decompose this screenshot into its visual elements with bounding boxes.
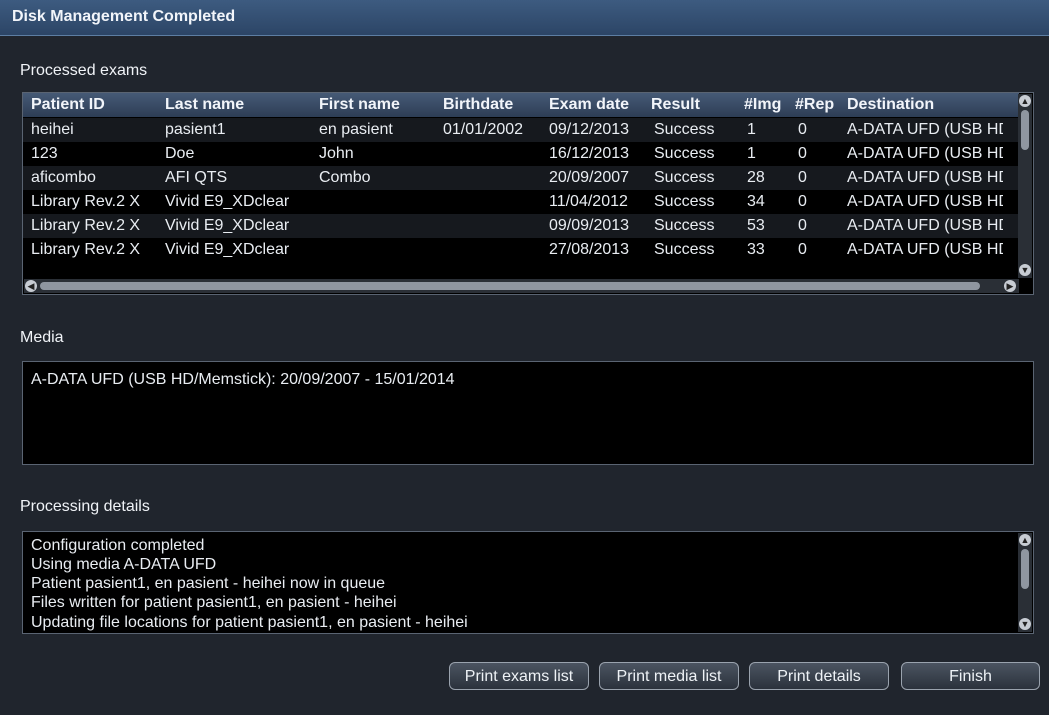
table-row[interactable]: aficombo AFI QTS Combo 20/09/2007 Succes… (23, 166, 1019, 190)
disk-management-dialog: Disk Management Completed Processed exam… (0, 0, 1049, 715)
col-header-rep[interactable]: #Rep (795, 96, 839, 114)
cell-patient-id: aficombo (31, 169, 96, 186)
cell-last-name: pasient1 (165, 121, 226, 138)
cell-destination: A-DATA UFD (USB HD/Memstick) (847, 217, 1003, 234)
cell-patient-id: Library Rev.2 X (31, 217, 141, 234)
col-header-first-name[interactable]: First name (319, 96, 431, 114)
cell-destination: A-DATA UFD (USB HD/Memstick) (847, 121, 1003, 138)
print-exams-list-button[interactable]: Print exams list (449, 662, 589, 690)
scroll-up-icon[interactable]: ▲ (1019, 95, 1031, 107)
col-header-result[interactable]: Result (651, 96, 737, 114)
cell-exam-date: 27/08/2013 (549, 241, 630, 258)
cell-exam-date: 09/09/2013 (549, 217, 630, 234)
scroll-left-icon[interactable]: ◀ (25, 280, 37, 292)
processing-details-label: Processing details (20, 498, 150, 515)
cell-last-name: AFI QTS (165, 169, 228, 186)
cell-exam-date: 09/12/2013 (549, 121, 630, 138)
col-header-patient-id[interactable]: Patient ID (31, 96, 159, 114)
col-header-birthdate[interactable]: Birthdate (443, 96, 543, 114)
cell-rep: 0 (798, 217, 807, 234)
cell-birthdate: 01/01/2002 (443, 121, 524, 138)
details-vertical-scroll-thumb[interactable] (1021, 549, 1029, 589)
media-box: A-DATA UFD (USB HD/Memstick): 20/09/2007… (22, 361, 1034, 465)
cell-img: 34 (747, 193, 765, 210)
cell-last-name: Doe (165, 145, 195, 162)
detail-line: Files written for patient pasient1, en p… (31, 594, 397, 611)
cell-img: 1 (747, 121, 756, 138)
cell-first-name: John (319, 145, 354, 162)
window-title: Disk Management Completed (12, 8, 236, 25)
table-row[interactable]: heihei pasient1 en pasient 01/01/2002 09… (23, 118, 1019, 142)
detail-line: Using media A-DATA UFD (31, 556, 217, 573)
cell-img: 33 (747, 241, 765, 258)
cell-rep: 0 (798, 169, 807, 186)
table-row[interactable]: Library Rev.2 X Vivid E9_XDclear 11/04/2… (23, 190, 1019, 214)
print-media-list-button[interactable]: Print media list (599, 662, 739, 690)
exams-horizontal-scrollbar[interactable]: ◀ ▶ (24, 279, 1019, 293)
cell-first-name: Combo (319, 169, 371, 186)
exams-table: Patient ID Last name First name Birthdat… (22, 92, 1034, 295)
details-vertical-scrollbar[interactable]: ▲ ▼ (1018, 533, 1032, 632)
cell-rep: 0 (798, 193, 807, 210)
processed-exams-label: Processed exams (20, 62, 148, 79)
cell-patient-id: 123 (31, 145, 58, 162)
cell-result: Success (654, 193, 715, 210)
media-label: Media (20, 329, 64, 346)
cell-last-name: Vivid E9_XDclear (165, 217, 290, 234)
exams-header-row: Patient ID Last name First name Birthdat… (23, 93, 1019, 117)
cell-patient-id: Library Rev.2 X (31, 241, 141, 258)
exams-horizontal-scroll-thumb[interactable] (40, 282, 980, 290)
cell-rep: 0 (798, 145, 807, 162)
cell-rep: 0 (798, 241, 807, 258)
cell-exam-date: 16/12/2013 (549, 145, 630, 162)
cell-first-name: en pasient (319, 121, 393, 138)
cell-result: Success (654, 241, 715, 258)
cell-patient-id: heihei (31, 121, 74, 138)
detail-line: Configuration completed (31, 537, 205, 554)
cell-result: Success (654, 217, 715, 234)
table-row[interactable]: 123 Doe John 16/12/2013 Success 1 0 A-DA… (23, 142, 1019, 166)
col-header-destination[interactable]: Destination (847, 96, 1017, 114)
cell-last-name: Vivid E9_XDclear (165, 193, 290, 210)
cell-exam-date: 20/09/2007 (549, 169, 630, 186)
cell-destination: A-DATA UFD (USB HD/Memstick) (847, 241, 1003, 258)
cell-exam-date: 11/04/2012 (549, 193, 628, 210)
cell-result: Success (654, 121, 715, 138)
scroll-right-icon[interactable]: ▶ (1004, 280, 1016, 292)
cell-rep: 0 (798, 121, 807, 138)
cell-last-name: Vivid E9_XDclear (165, 241, 290, 258)
cell-destination: A-DATA UFD (USB HD/Memstick) (847, 193, 1003, 210)
cell-img: 53 (747, 217, 765, 234)
media-text: A-DATA UFD (USB HD/Memstick): 20/09/2007… (31, 371, 455, 388)
col-header-last-name[interactable]: Last name (165, 96, 313, 114)
cell-destination: A-DATA UFD (USB HD/Memstick) (847, 145, 1003, 162)
scroll-down-icon[interactable]: ▼ (1019, 618, 1031, 630)
cell-img: 28 (747, 169, 765, 186)
col-header-exam-date[interactable]: Exam date (549, 96, 647, 114)
exams-vertical-scroll-thumb[interactable] (1021, 110, 1029, 150)
table-row[interactable]: Library Rev.2 X Vivid E9_XDclear 27/08/2… (23, 238, 1019, 262)
cell-patient-id: Library Rev.2 X (31, 193, 141, 210)
cell-result: Success (654, 169, 715, 186)
print-details-button[interactable]: Print details (749, 662, 889, 690)
title-bar: Disk Management Completed (0, 0, 1049, 36)
cell-destination: A-DATA UFD (USB HD/Memstick) (847, 169, 1003, 186)
finish-button[interactable]: Finish (901, 662, 1040, 690)
detail-line: Patient pasient1, en pasient - heihei no… (31, 575, 386, 592)
cell-img: 1 (747, 145, 756, 162)
table-row[interactable]: Library Rev.2 X Vivid E9_XDclear 09/09/2… (23, 214, 1019, 238)
exams-vertical-scrollbar[interactable]: ▲ ▼ (1018, 94, 1032, 278)
cell-result: Success (654, 145, 715, 162)
detail-line: Updating file locations for patient pasi… (31, 614, 468, 631)
col-header-img[interactable]: #Img (744, 96, 790, 114)
scroll-up-icon[interactable]: ▲ (1019, 534, 1031, 546)
processing-details-box: Configuration completed Using media A-DA… (22, 531, 1034, 634)
scroll-down-icon[interactable]: ▼ (1019, 264, 1031, 276)
